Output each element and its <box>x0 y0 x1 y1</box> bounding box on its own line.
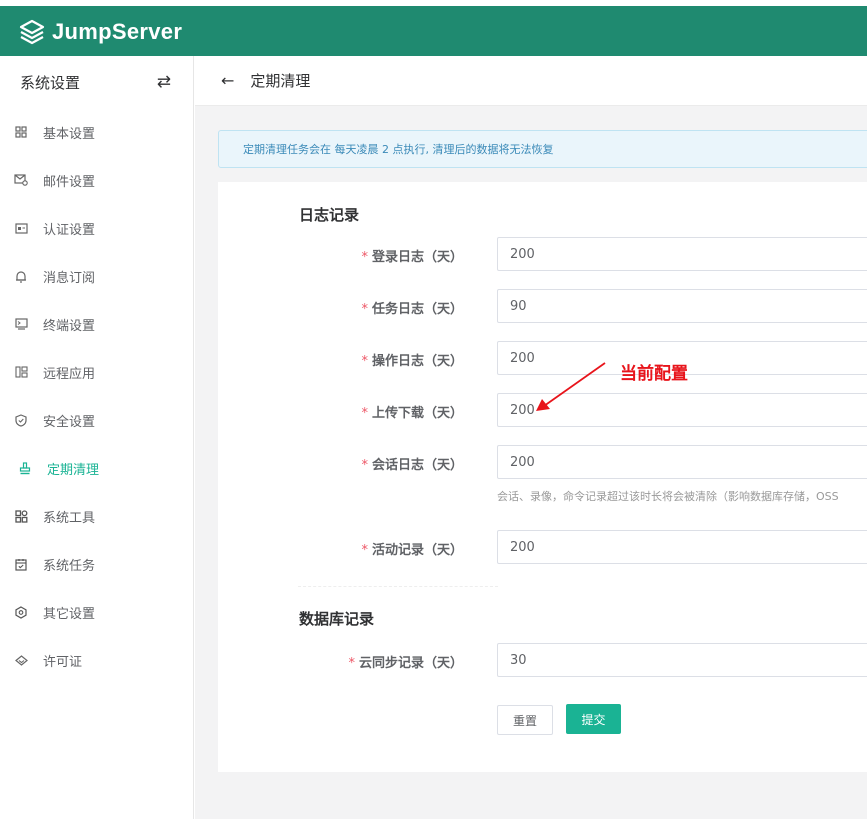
sidebar-item-label: 定期清理 <box>47 462 100 478</box>
session-log-label: * 会话日志（天） <box>361 454 463 473</box>
brand-name: JumpServer <box>52 19 183 44</box>
login-log-input[interactable] <box>497 237 867 271</box>
annotation-label: 当前配置 <box>620 364 688 384</box>
db-section-title: 数据库记录 <box>299 610 375 628</box>
sidebar-item-label: 系统任务 <box>43 558 96 574</box>
tools-icon <box>14 509 28 523</box>
operate-log-label: * 操作日志（天） <box>361 350 463 369</box>
ftp-log-label: * 上传下载（天） <box>361 402 463 421</box>
sidebar-header: 系统设置 ⇄ <box>0 56 193 108</box>
sidebar-item-security-settings[interactable]: 安全设置 <box>0 396 193 444</box>
activity-log-input[interactable] <box>497 530 867 564</box>
session-log-help-text: 会话、录像，命令记录超过该时长将会被清除（影响数据库存储，OSS <box>497 490 839 503</box>
settings-form-card: 日志记录 *登录日志（天） *任务日志（天） *操作日志（天） *上传下载（天）… <box>218 182 867 772</box>
info-alert: 定期清理任务会在 每天凌晨 2 点执行, 清理后的数据将无法恢复 <box>218 130 867 168</box>
broom-icon <box>18 461 32 475</box>
submit-button[interactable]: 提交 <box>566 704 621 734</box>
session-log-input[interactable] <box>497 445 867 479</box>
mail-settings-icon <box>14 173 28 187</box>
sidebar-item-label: 基本设置 <box>43 126 96 142</box>
form-row-task-log: * 任务日志（天） <box>218 289 867 325</box>
license-icon <box>14 653 28 667</box>
activity-log-label-text: 活动记录（天） <box>371 543 463 558</box>
page-header: ← 定期清理 <box>195 56 867 106</box>
sidebar-item-periodic-cleanup[interactable]: 定期清理 <box>0 444 193 492</box>
alert-text: 定期清理任务会在 每天凌晨 2 点执行, 清理后的数据将无法恢复 <box>243 143 554 156</box>
shield-icon <box>14 413 28 427</box>
sidebar-title: 系统设置 <box>20 73 81 92</box>
operate-log-label-text: 操作日志（天） <box>371 354 463 369</box>
sidebar-item-basic-settings[interactable]: 基本设置 <box>0 108 193 156</box>
required-mark: * <box>361 406 368 421</box>
jumpserver-logo-icon <box>19 19 45 45</box>
section-divider <box>298 586 498 587</box>
required-mark: * <box>361 250 368 265</box>
required-mark: * <box>348 656 355 671</box>
sidebar-item-terminal-settings[interactable]: 终端设置 <box>0 300 193 348</box>
page-title: 定期清理 <box>250 72 311 90</box>
bell-icon <box>14 269 28 283</box>
required-mark: * <box>361 302 368 317</box>
sidebar-item-system-tools[interactable]: 系统工具 <box>0 492 193 540</box>
sidebar-item-label: 许可证 <box>43 654 83 670</box>
required-mark: * <box>361 354 368 369</box>
swap-arrows-icon[interactable]: ⇄ <box>157 72 171 92</box>
sidebar-item-message-subscription[interactable]: 消息订阅 <box>0 252 193 300</box>
task-log-input[interactable] <box>497 289 867 323</box>
brand-logo[interactable]: JumpServer <box>18 18 182 46</box>
sidebar-item-label: 安全设置 <box>43 414 96 430</box>
sidebar-item-system-tasks[interactable]: 系统任务 <box>0 540 193 588</box>
main-content: ← 定期清理 定期清理任务会在 每天凌晨 2 点执行, 清理后的数据将无法恢复 … <box>195 56 867 819</box>
form-row-activity-log: * 活动记录（天） <box>218 530 867 566</box>
task-log-label: * 任务日志（天） <box>361 298 463 317</box>
form-row-cloud-sync-log: * 云同步记录（天） <box>218 643 867 679</box>
required-mark: * <box>361 458 368 473</box>
grid-icon <box>14 125 28 139</box>
sidebar-item-label: 终端设置 <box>43 318 96 334</box>
sidebar-item-label: 消息订阅 <box>43 270 96 286</box>
session-log-label-text: 会话日志（天） <box>371 458 463 473</box>
id-card-icon <box>14 221 28 235</box>
form-row-session-log: * 会话日志（天） <box>218 445 867 481</box>
cloud-sync-log-label: * 云同步记录（天） <box>348 652 463 671</box>
annotation-arrow-icon <box>536 362 606 411</box>
task-log-label-text: 任务日志（天） <box>371 302 463 317</box>
sidebar-item-label: 认证设置 <box>43 222 96 238</box>
arrow-left-icon[interactable]: ← <box>221 71 234 90</box>
cloud-sync-log-label-text: 云同步记录（天） <box>358 656 463 671</box>
activity-log-label: * 活动记录（天） <box>361 539 463 558</box>
top-strip <box>0 0 867 6</box>
login-log-label-text: 登录日志（天） <box>371 250 463 265</box>
required-mark: * <box>361 543 368 558</box>
hexagon-settings-icon <box>14 605 28 619</box>
sidebar-item-remote-apps[interactable]: 远程应用 <box>0 348 193 396</box>
calendar-task-icon <box>14 557 28 571</box>
top-navbar: JumpServer <box>0 0 867 56</box>
cloud-sync-log-input[interactable] <box>497 643 867 677</box>
sidebar-item-other-settings[interactable]: 其它设置 <box>0 588 193 636</box>
terminal-icon <box>14 317 28 331</box>
sidebar-item-license[interactable]: 许可证 <box>0 636 193 684</box>
ftp-log-label-text: 上传下载（天） <box>371 406 463 421</box>
log-section-title: 日志记录 <box>299 206 360 224</box>
login-log-label: * 登录日志（天） <box>361 246 463 265</box>
reset-button[interactable]: 重置 <box>497 705 553 735</box>
sidebar-item-label: 远程应用 <box>43 366 96 382</box>
form-row-login-log: * 登录日志（天） <box>218 237 867 273</box>
sidebar-item-label: 邮件设置 <box>43 174 96 190</box>
sidebar-item-auth-settings[interactable]: 认证设置 <box>0 204 193 252</box>
sidebar-item-mail-settings[interactable]: 邮件设置 <box>0 156 193 204</box>
sidebar: 系统设置 ⇄ 基本设置 邮件设置 认证设置 消息订阅 终端设置 远程应用 安全设… <box>0 56 194 819</box>
sidebar-item-label: 其它设置 <box>43 606 96 622</box>
sidebar-item-label: 系统工具 <box>43 510 96 526</box>
apps-icon <box>14 365 28 379</box>
